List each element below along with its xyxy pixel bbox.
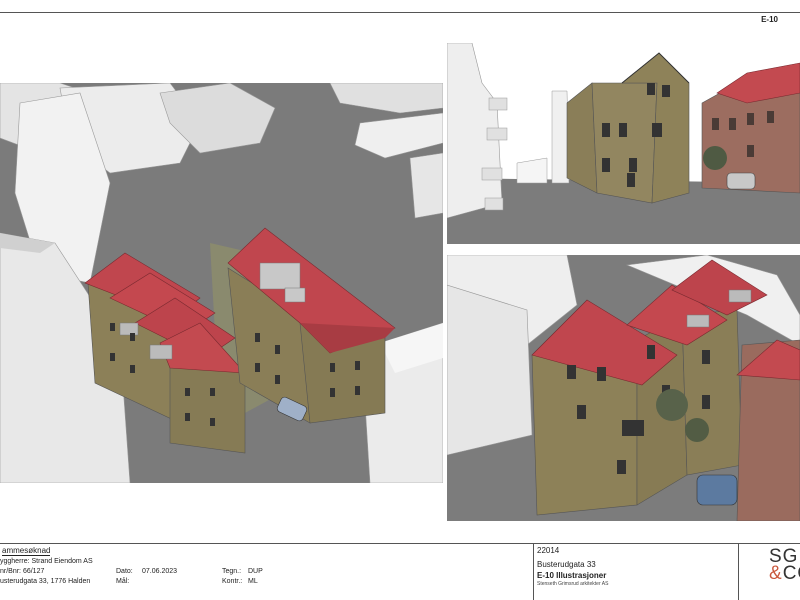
drawing-title: E-10 Illustrasjoner	[537, 571, 607, 580]
project-address: Busterudgata 33	[537, 560, 596, 569]
date-value: 07.06.2023	[142, 568, 178, 575]
illustration-aerial-view	[0, 83, 443, 483]
illustration-courtyard-view	[447, 255, 800, 521]
illustration-street-view	[447, 43, 800, 244]
gnr-bnr: nr/Bnr: 66/127	[0, 568, 45, 575]
checked-value: ML	[248, 578, 258, 585]
application-type: ammesøknad	[2, 546, 51, 556]
aerial-view-drawing	[0, 83, 443, 483]
street-view-drawing	[447, 43, 800, 244]
builder: yggherre: Strand Eiendom AS	[0, 558, 93, 565]
courtyard-view-drawing	[447, 255, 800, 521]
title-block-divider	[738, 543, 739, 600]
checked-label: Kontr.:	[222, 578, 243, 585]
drawn-value: DUP	[248, 568, 263, 575]
project-number: 22014	[537, 546, 560, 555]
firm-name: Stenseth Grimsrud arkitekter AS	[537, 581, 609, 587]
scale-label: Mål:	[116, 578, 130, 585]
title-block-divider	[533, 543, 534, 600]
logo-line2: CO	[782, 563, 800, 584]
drawn-label: Tegn.:	[222, 568, 242, 575]
firm-logo: SG &CO	[769, 547, 800, 584]
date-label: Dato:	[116, 568, 133, 575]
top-frame-line	[0, 12, 800, 13]
logo-ampersand: &	[769, 563, 783, 584]
title-block: ammesøknad yggherre: Strand Eiendom AS n…	[0, 543, 800, 600]
sheet-number: E-10	[761, 15, 778, 24]
property-address: usterudgata 33, 1776 Halden	[0, 578, 91, 585]
